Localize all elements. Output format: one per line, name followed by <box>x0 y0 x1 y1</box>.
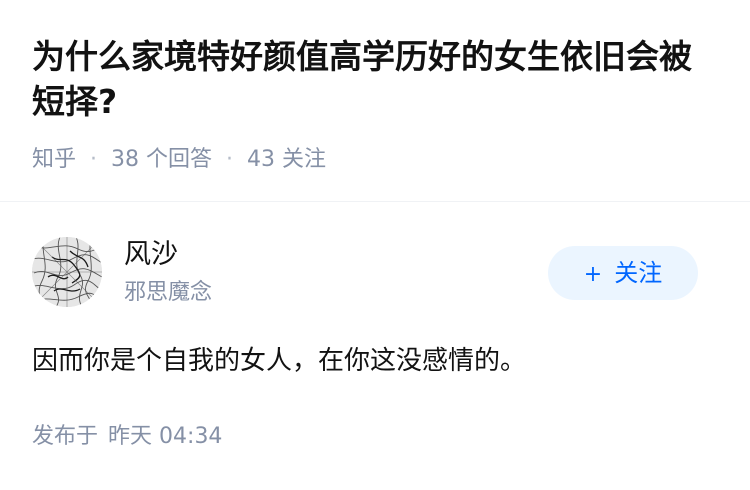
answer-count[interactable]: 38 个回答 <box>111 147 212 172</box>
publish-time: 发布于 昨天 04:34 <box>32 424 223 449</box>
follow-button[interactable]: + 关注 <box>548 246 698 300</box>
author-name[interactable]: 风沙 <box>124 238 178 272</box>
plus-icon: + <box>583 262 603 287</box>
separator-dot: · <box>90 147 98 172</box>
author-headline: 邪思魔念 <box>124 280 213 305</box>
avatar-sketch-image <box>32 237 102 307</box>
source-label[interactable]: 知乎 <box>32 147 76 172</box>
avatar[interactable] <box>32 237 102 307</box>
question-title[interactable]: 为什么家境特好颜值高学历好的女生依旧会被短择? <box>32 34 722 124</box>
answer-page: 为什么家境特好颜值高学历好的女生依旧会被短择? 知乎 · 38 个回答 · 43 关注 <box>0 0 750 490</box>
follower-count[interactable]: 43 关注 <box>247 147 326 172</box>
separator-dot: · <box>226 147 234 172</box>
answer-content[interactable]: 因而你是个自我的女人，在你这没感情的。 <box>32 343 526 379</box>
divider <box>0 201 750 202</box>
question-meta: 知乎 · 38 个回答 · 43 关注 <box>32 145 326 175</box>
follow-button-label: 关注 <box>614 259 663 287</box>
